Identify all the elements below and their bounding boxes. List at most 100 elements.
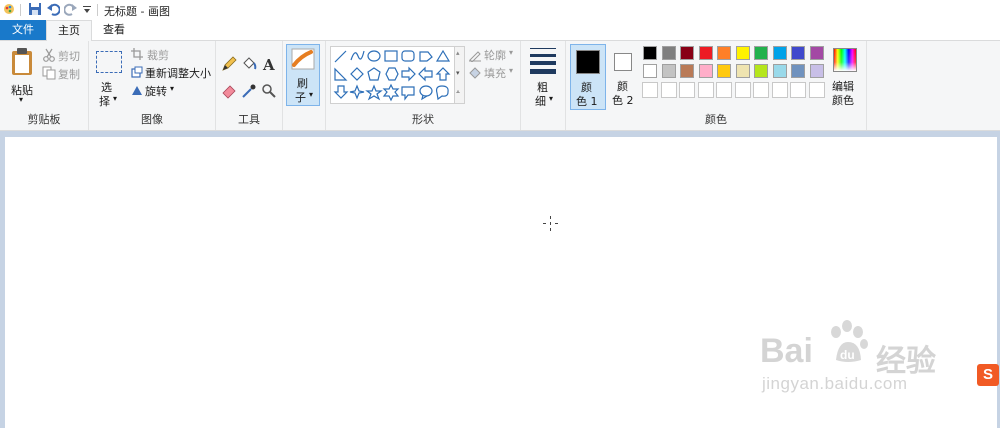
palette-swatch[interactable] [643,46,657,60]
text-icon[interactable]: A [261,56,277,72]
custom-color-slot[interactable] [771,82,788,98]
save-icon[interactable] [28,2,42,16]
expand-gallery-icon[interactable]: ⩡ [456,88,460,97]
up-arrow-shape-icon [435,67,451,81]
custom-color-slot[interactable] [808,82,825,98]
cut-button[interactable]: 剪切 [42,47,86,63]
custom-color-slot[interactable] [697,82,714,98]
palette-swatch[interactable] [809,46,824,60]
image-group: 选 择 ▾ 裁剪 重新调整大小 旋转 ▾ 图像 [89,41,216,130]
scissors-icon [43,48,55,62]
rounded-rectangle-shape-icon [401,50,415,62]
clipboard-group: 粘贴 ▾ 剪切 复制 剪贴板 [0,41,89,130]
palette-swatch[interactable] [791,46,805,60]
palette-swatch[interactable] [643,64,657,78]
palette-swatch[interactable] [735,46,750,60]
magnifier-icon[interactable] [261,83,277,99]
brushes-button[interactable]: 刷 子 ▾ [286,44,320,106]
tab-file[interactable]: 文件 [0,20,46,40]
palette-swatch[interactable] [717,64,731,78]
color2-button[interactable]: 颜 色 2 [608,44,640,110]
custom-color-slot[interactable] [642,82,658,98]
color1-label-2: 色 1 [576,95,598,108]
fill-bucket-icon[interactable] [241,56,257,72]
svg-text:du: du [840,348,855,362]
sogou-ime-badge[interactable]: S [977,364,999,386]
scroll-down-icon[interactable]: ▾ [456,69,460,77]
custom-color-slot[interactable] [790,82,806,98]
size-button[interactable]: 粗 细 ▾ [525,45,561,108]
chevron-down-icon: ▾ [509,66,514,75]
color-picker-icon[interactable] [241,83,257,99]
edit-colors-button[interactable]: 编辑 颜色 [828,44,862,110]
resize-button[interactable]: 重新调整大小 [129,65,213,81]
copy-label: 复制 [58,68,80,81]
custom-color-slot[interactable] [716,82,732,98]
size-line-thick [530,61,556,65]
brushes-label-2: 子 [295,91,306,104]
color1-button[interactable]: 颜 色 1 [570,44,606,110]
fill-bucket-icon [469,67,481,79]
size-label-2: 细 [535,95,546,108]
shapes-group: ▴ ▾ ⩡ 轮廓 ▾ 填充 ▾ 形状 [326,41,521,130]
watermark-brand: Bai [760,332,813,370]
chevron-down-icon: ▾ [113,94,118,103]
tab-view[interactable]: 查看 [96,20,132,40]
palette-swatch[interactable] [791,64,805,78]
palette-swatch[interactable] [772,46,787,60]
tab-home[interactable]: 主页 [46,20,92,42]
palette-swatch[interactable] [680,64,694,78]
outline-button[interactable]: 轮廓 ▾ [468,47,518,63]
outline-pencil-icon [469,51,481,62]
custom-color-slot[interactable] [679,82,695,98]
color-palette [642,46,827,102]
rectangle-shape-icon [384,50,398,62]
crop-button[interactable]: 裁剪 [129,47,209,63]
paint-app-icon[interactable] [2,2,16,16]
brushes-group: 刷 子 ▾ [283,41,326,130]
palette-swatch[interactable] [754,46,768,60]
curve-shape-icon [350,50,365,61]
rotate-button[interactable]: 旋转 ▾ [129,83,189,99]
copy-button[interactable]: 复制 [42,65,86,81]
palette-swatch[interactable] [661,46,676,60]
rounded-callout-shape-icon [401,86,415,101]
palette-swatch[interactable] [698,46,713,60]
six-point-star-shape-icon [382,83,400,102]
palette-swatch[interactable] [698,64,713,78]
pencil-icon[interactable] [221,56,237,72]
shapes-group-label: 形状 [412,113,434,126]
select-button[interactable]: 选 择 ▾ [93,47,123,109]
sogou-badge-letter: S [983,366,994,383]
custom-color-slot[interactable] [734,82,751,98]
title-bar: 无标题 - 画图 [0,0,1000,20]
custom-color-slot[interactable] [753,82,769,98]
palette-swatch[interactable] [661,64,676,78]
fill-button[interactable]: 填充 ▾ [468,65,518,81]
undo-icon[interactable] [46,2,60,16]
customize-toolbar-icon[interactable] [82,5,92,15]
shapes-scrollbar[interactable]: ▴ ▾ ⩡ [454,46,465,104]
palette-swatch[interactable] [717,46,731,60]
custom-color-slot[interactable] [660,82,677,98]
palette-swatch[interactable] [754,64,768,78]
four-point-star-shape-icon [349,84,365,100]
scroll-up-icon[interactable]: ▴ [456,49,460,57]
tools-group: A 工具 [216,41,283,130]
palette-swatch[interactable] [680,46,694,60]
redo-icon[interactable] [64,2,78,16]
size-line-medium [530,54,556,57]
five-point-star-shape-icon [365,84,383,101]
palette-swatch[interactable] [735,64,750,78]
edit-colors-label-2: 颜色 [832,94,854,107]
oval-shape-icon [367,50,381,62]
palette-swatch[interactable] [772,64,787,78]
palette-swatch[interactable] [809,64,824,78]
shapes-gallery-icons[interactable] [332,48,454,102]
crop-icon [131,48,143,60]
size-group: 粗 细 ▾ [521,41,566,130]
image-group-label: 图像 [141,113,163,126]
paste-button[interactable]: 粘贴 ▾ [4,45,38,107]
eraser-icon[interactable] [221,83,237,99]
fill-label: 填充 [484,67,506,80]
